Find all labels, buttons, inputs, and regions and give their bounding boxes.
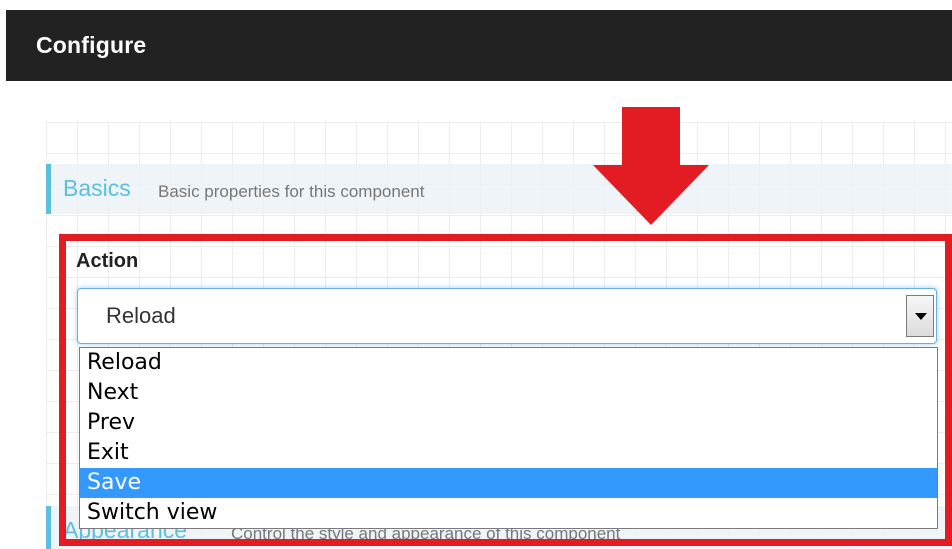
option-next[interactable]: Next bbox=[80, 378, 937, 408]
option-exit[interactable]: Exit bbox=[80, 438, 937, 468]
action-options-list[interactable]: Reload Next Prev Exit Save Switch view bbox=[79, 347, 938, 529]
action-field-label: Action bbox=[76, 250, 139, 272]
option-save[interactable]: Save bbox=[80, 468, 937, 498]
option-switch-view[interactable]: Switch view bbox=[80, 498, 937, 528]
option-prev[interactable]: Prev bbox=[80, 408, 937, 438]
dropdown-toggle-button[interactable] bbox=[906, 295, 934, 337]
basics-section-title: Basics bbox=[63, 175, 131, 201]
action-select-value: Reload bbox=[106, 303, 176, 328]
page-title: Configure bbox=[36, 32, 147, 58]
option-reload[interactable]: Reload bbox=[80, 348, 937, 378]
basics-section-header[interactable]: Basics Basic properties for this compone… bbox=[46, 164, 952, 214]
header-bar: Configure bbox=[6, 10, 952, 81]
down-arrow-icon bbox=[593, 107, 709, 225]
action-select[interactable]: Reload bbox=[77, 288, 937, 344]
basics-section-description: Basic properties for this component bbox=[158, 182, 425, 201]
chevron-down-icon bbox=[915, 313, 927, 320]
